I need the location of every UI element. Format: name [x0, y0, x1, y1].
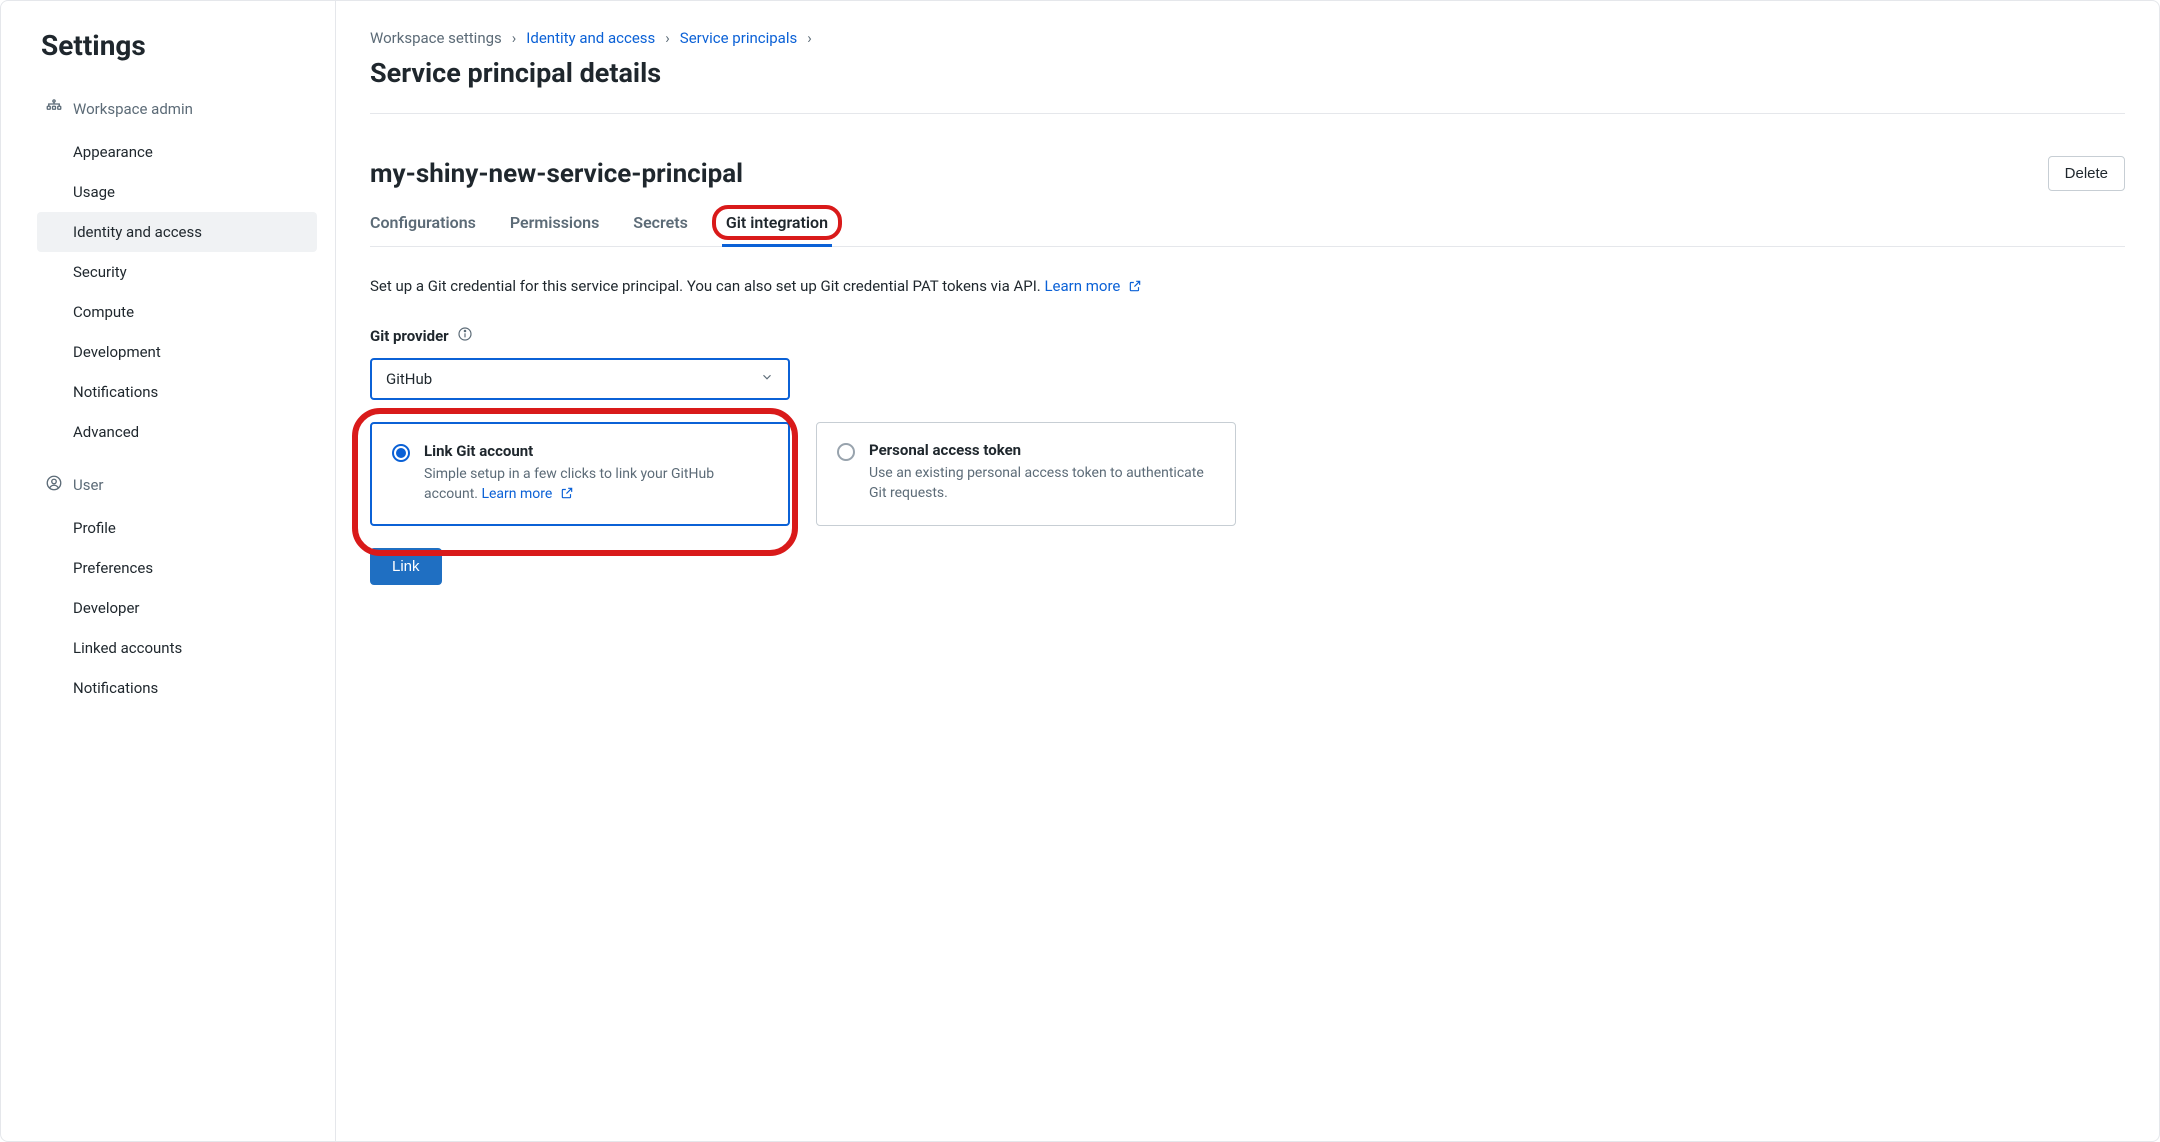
- sidebar-item-development[interactable]: Development: [37, 332, 317, 372]
- radio-description: Simple setup in a few clicks to link you…: [424, 464, 768, 507]
- sidebar-item-advanced[interactable]: Advanced: [37, 412, 317, 452]
- learn-more-link[interactable]: Learn more: [1044, 277, 1142, 295]
- sidebar-title: Settings: [37, 29, 317, 62]
- learn-more-label: Learn more: [481, 486, 552, 502]
- chevron-right-icon: ›: [807, 29, 812, 47]
- sidebar-item-profile[interactable]: Profile: [37, 508, 317, 548]
- radio-desc-text: Use an existing personal access token to…: [869, 465, 1204, 501]
- git-provider-select[interactable]: GitHub: [370, 358, 790, 400]
- chevron-right-icon: ›: [512, 29, 517, 47]
- breadcrumb-service-principals[interactable]: Service principals: [680, 29, 797, 47]
- entity-name: my-shiny-new-service-principal: [370, 159, 743, 189]
- breadcrumb: Workspace settings › Identity and access…: [370, 29, 2125, 47]
- sidebar-section-user: User: [37, 466, 317, 504]
- info-icon[interactable]: [457, 326, 473, 346]
- highlight-annotation: Git integration: [712, 205, 842, 240]
- sidebar-item-user-notifications[interactable]: Notifications: [37, 668, 317, 708]
- git-provider-label: Git provider: [370, 326, 2125, 346]
- tab-secrets[interactable]: Secrets: [633, 201, 688, 246]
- sidebar-item-developer[interactable]: Developer: [37, 588, 317, 628]
- sidebar-section-label: Workspace admin: [73, 100, 193, 118]
- auth-option-personal-access-token[interactable]: Personal access token Use an existing pe…: [816, 422, 1236, 527]
- main-content: Workspace settings › Identity and access…: [336, 1, 2159, 1141]
- sidebar-section-label: User: [73, 476, 104, 494]
- sidebar-item-identity-and-access[interactable]: Identity and access: [37, 212, 317, 252]
- external-link-icon: [560, 486, 574, 506]
- sidebar-item-notifications[interactable]: Notifications: [37, 372, 317, 412]
- sidebar-item-usage[interactable]: Usage: [37, 172, 317, 212]
- user-icon: [45, 474, 63, 496]
- tab-label: Git integration: [726, 213, 828, 232]
- link-button[interactable]: Link: [370, 548, 442, 585]
- radio-title: Link Git account: [424, 442, 768, 460]
- radio-title: Personal access token: [869, 441, 1215, 459]
- sidebar-section-workspace-admin: Workspace admin: [37, 90, 317, 128]
- radio-icon: [837, 443, 855, 461]
- field-label-text: Git provider: [370, 327, 449, 345]
- breadcrumb-workspace-settings: Workspace settings: [370, 29, 502, 47]
- delete-button[interactable]: Delete: [2048, 156, 2125, 191]
- breadcrumb-identity-and-access[interactable]: Identity and access: [526, 29, 655, 47]
- settings-sidebar: Settings Workspace admin Appearance Usag…: [1, 1, 336, 1141]
- description-text: Set up a Git credential for this service…: [370, 277, 1044, 295]
- sidebar-item-security[interactable]: Security: [37, 252, 317, 292]
- chevron-right-icon: ›: [665, 29, 670, 47]
- external-link-icon: [1128, 277, 1142, 300]
- tabs: Configurations Permissions Secrets Git i…: [370, 201, 2125, 247]
- sidebar-item-linked-accounts[interactable]: Linked accounts: [37, 628, 317, 668]
- tab-configurations[interactable]: Configurations: [370, 201, 476, 246]
- auth-option-link-git-account[interactable]: Link Git account Simple setup in a few c…: [370, 422, 790, 527]
- sidebar-item-appearance[interactable]: Appearance: [37, 132, 317, 172]
- auth-method-options: Link Git account Simple setup in a few c…: [370, 422, 2125, 527]
- learn-more-label: Learn more: [1044, 277, 1120, 295]
- radio-icon: [392, 444, 410, 462]
- radio-description: Use an existing personal access token to…: [869, 463, 1215, 504]
- sidebar-item-preferences[interactable]: Preferences: [37, 548, 317, 588]
- learn-more-link[interactable]: Learn more: [481, 486, 573, 502]
- select-value: GitHub: [386, 370, 432, 388]
- tab-git-integration[interactable]: Git integration: [722, 201, 832, 246]
- workspace-admin-icon: [45, 98, 63, 120]
- git-integration-description: Set up a Git credential for this service…: [370, 275, 2125, 300]
- chevron-down-icon: [760, 370, 774, 388]
- page-title: Service principal details: [370, 57, 2125, 114]
- tab-permissions[interactable]: Permissions: [510, 201, 599, 246]
- sidebar-item-compute[interactable]: Compute: [37, 292, 317, 332]
